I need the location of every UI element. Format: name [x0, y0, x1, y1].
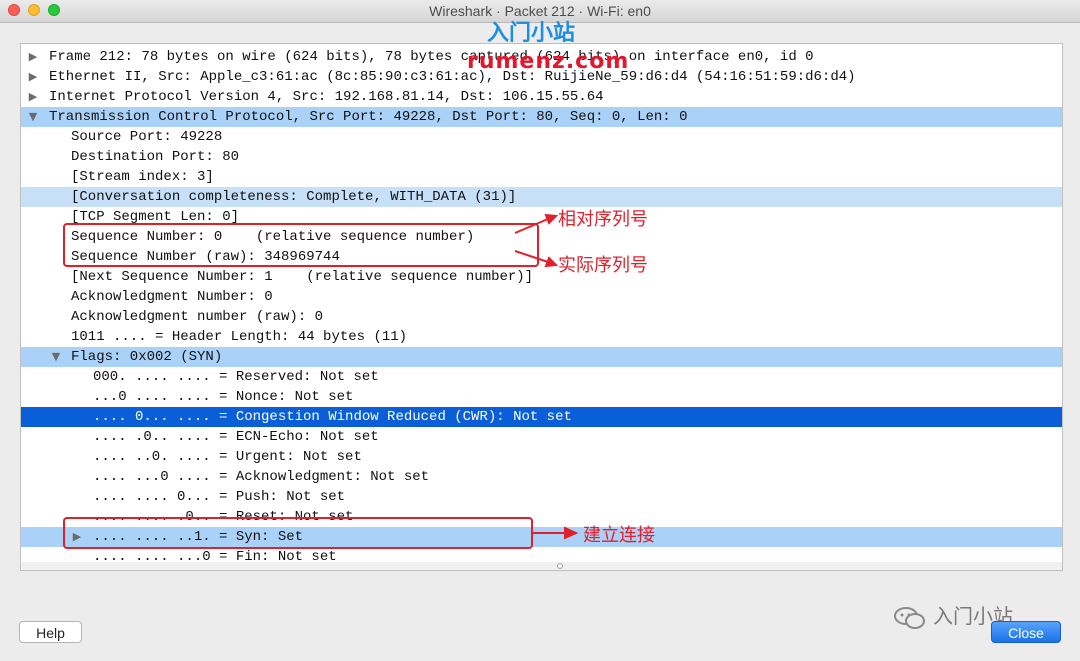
help-button[interactable]: Help — [19, 621, 82, 643]
annotation-relative-seq: 相对序列号 — [558, 209, 648, 230]
arrow-head-relative-icon — [544, 213, 559, 225]
arrow-head-syn-icon — [564, 526, 579, 540]
arrow-line-actual — [514, 250, 549, 263]
annotation-arrows — [514, 213, 579, 540]
annotation-actual-seq: 实际序列号 — [558, 255, 648, 276]
arrow-line-relative — [514, 218, 549, 234]
wechat-icon — [894, 606, 925, 629]
close-button[interactable]: Close — [991, 621, 1061, 643]
arrow-head-actual-icon — [544, 256, 559, 268]
annotation-establish: 建立连接 — [583, 525, 655, 546]
